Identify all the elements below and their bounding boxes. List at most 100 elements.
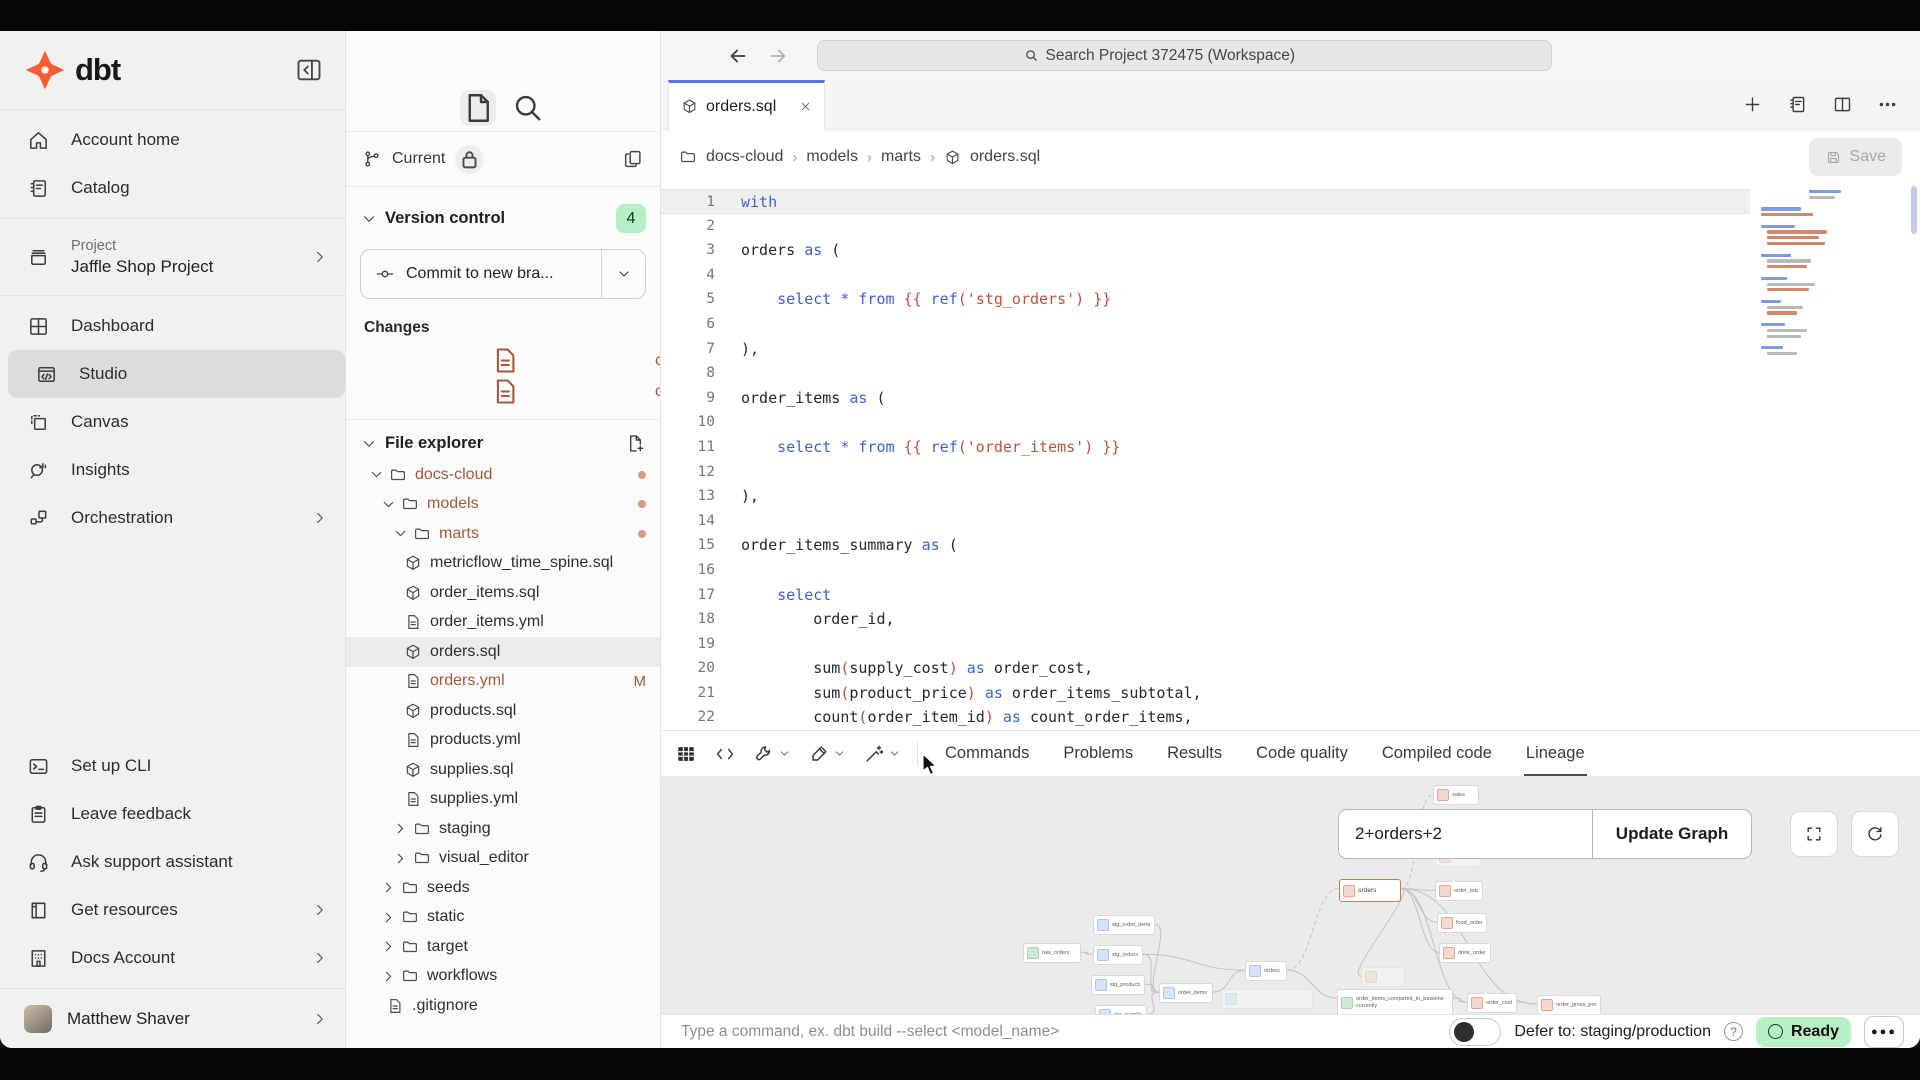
tree-item[interactable]: staging [346, 814, 660, 844]
panel-tab-problems[interactable]: Problems [1063, 731, 1133, 777]
lineage-node[interactable]: stg_supplies [1095, 1005, 1147, 1014]
code-line[interactable]: 15order_items_summary as ( [661, 533, 1750, 558]
file-explorer-header[interactable]: File explorer [346, 420, 660, 460]
code-action[interactable] [714, 743, 736, 765]
defer-toggle[interactable] [1449, 1018, 1501, 1046]
code-line[interactable]: 2 [661, 214, 1750, 239]
sidebar-item-docs-account[interactable]: Docs Account [0, 934, 345, 982]
lineage-node[interactable]: order_cost [1467, 993, 1517, 1013]
code-line[interactable]: 18 order_id, [661, 607, 1750, 632]
close-icon[interactable] [799, 100, 812, 113]
lineage-node[interactable]: sales [1433, 785, 1479, 805]
tree-item[interactable]: metricflow_time_spine.sql [346, 549, 660, 579]
tree-item[interactable]: supplies.sql [346, 755, 660, 785]
build-action[interactable] [753, 743, 791, 765]
tree-item[interactable]: seeds [346, 873, 660, 903]
panel-tab-code-quality[interactable]: Code quality [1256, 731, 1348, 777]
panel-tab-commands[interactable]: Commands [945, 731, 1029, 777]
lineage-canvas[interactable]: salesordersorder_totalfood_ordersdrink_o… [661, 776, 1920, 1014]
code-line[interactable]: 22 count(order_item_id) as count_order_i… [661, 705, 1750, 730]
tree-item[interactable]: order_items.yml [346, 608, 660, 638]
code-line[interactable]: 14 [661, 509, 1750, 534]
tree-item[interactable]: workflows [346, 962, 660, 992]
code-line[interactable]: 17 select [661, 583, 1750, 608]
format-action[interactable] [808, 743, 846, 765]
lineage-node[interactable]: orders [1339, 879, 1401, 902]
tree-item[interactable]: marts [346, 519, 660, 549]
changed-file-row[interactable]: customers.ymlM [364, 345, 646, 376]
user-menu[interactable]: Matthew Shaver [0, 988, 345, 1048]
lineage-node[interactable]: stg_products [1091, 975, 1145, 995]
sidebar-item-set-up-cli[interactable]: Set up CLI [0, 742, 345, 790]
sidebar-item-dashboard[interactable]: Dashboard [0, 302, 345, 350]
sidebar-item-canvas[interactable]: Canvas [0, 398, 345, 446]
sidebar-item-project[interactable]: Project Jaffle Shop Project [0, 219, 345, 296]
save-button[interactable]: Save [1809, 138, 1902, 176]
lineage-node[interactable] [1221, 989, 1313, 1009]
lineage-selector-input[interactable] [1339, 810, 1592, 858]
forward-button[interactable] [767, 45, 789, 67]
sidebar-item-catalog[interactable]: Catalog [0, 164, 345, 212]
command-input[interactable] [681, 1023, 1449, 1041]
tree-item[interactable]: products.yml [346, 726, 660, 756]
search-button[interactable] [510, 90, 546, 126]
panel-tab-lineage[interactable]: Lineage [1526, 731, 1585, 777]
sidebar-item-orchestration[interactable]: Orchestration [0, 494, 345, 542]
update-graph-button[interactable]: Update Graph [1592, 810, 1751, 858]
lineage-node[interactable]: order_total [1435, 881, 1483, 901]
commit-dropdown-button[interactable] [601, 250, 645, 298]
tree-item[interactable]: orders.ymlM [346, 667, 660, 697]
fullscreen-button[interactable] [1790, 811, 1838, 857]
lineage-node[interactable]: order_gross_profit [1537, 995, 1601, 1014]
tree-item[interactable]: .gitignore [346, 991, 660, 1021]
lineage-node[interactable]: orders [1245, 961, 1287, 981]
sidebar-item-studio[interactable]: Studio [8, 350, 345, 398]
fix-action[interactable] [863, 743, 901, 765]
editor-scrollbar[interactable] [1911, 186, 1917, 234]
lineage-node[interactable]: drink_orders [1439, 943, 1491, 963]
tree-item[interactable]: products.sql [346, 696, 660, 726]
search-input[interactable] [1046, 47, 1346, 65]
panel-tab-results[interactable]: Results [1167, 731, 1222, 777]
tree-item[interactable]: models [346, 490, 660, 520]
minimap[interactable] [1753, 190, 1851, 366]
back-button[interactable] [727, 45, 749, 67]
breadcrumb-part[interactable]: marts [881, 148, 921, 166]
tree-item[interactable]: orders.sql [346, 637, 660, 667]
tree-item[interactable]: supplies.yml [346, 785, 660, 815]
preview-table-icon[interactable] [675, 743, 697, 765]
copy-icon[interactable] [622, 148, 644, 170]
help-icon[interactable]: ? [1724, 1022, 1743, 1041]
project-search[interactable] [817, 40, 1552, 71]
code-line[interactable]: 13), [661, 484, 1750, 509]
tree-item[interactable]: target [346, 932, 660, 962]
tree-item[interactable]: static [346, 903, 660, 933]
lineage-node[interactable]: stg_order_items [1093, 915, 1155, 935]
sidebar-collapse-icon[interactable] [295, 56, 323, 84]
changed-file-row[interactable]: orders.ymlM [364, 376, 646, 407]
code-line[interactable]: 10 [661, 410, 1750, 435]
sidebar-item-ask-support-assistant[interactable]: Ask support assistant [0, 838, 345, 886]
sidebar-item-leave-feedback[interactable]: Leave feedback [0, 790, 345, 838]
tab-orders-sql[interactable]: orders.sql [668, 80, 825, 130]
tree-item[interactable]: visual_editor [346, 844, 660, 874]
breadcrumb-part[interactable]: docs-cloud [706, 148, 783, 166]
split-editor-icon[interactable] [1832, 94, 1853, 115]
tree-item[interactable]: order_items.sql [346, 578, 660, 608]
code-line[interactable]: 3orders as ( [661, 238, 1750, 263]
file-view-button[interactable] [460, 90, 496, 126]
new-tab-icon[interactable] [1742, 94, 1763, 115]
sidebar-item-get-resources[interactable]: Get resources [0, 886, 345, 934]
lineage-node[interactable] [1361, 967, 1405, 987]
refresh-button[interactable] [1851, 811, 1899, 857]
sidebar-item-insights[interactable]: Insights [0, 446, 345, 494]
code-line[interactable]: 20 sum(supply_cost) as order_cost, [661, 656, 1750, 681]
code-line[interactable]: 5 select * from {{ ref('stg_orders') }} [661, 287, 1750, 312]
code-line[interactable]: 12 [661, 460, 1750, 485]
code-line[interactable]: 19 [661, 632, 1750, 657]
lineage-node[interactable]: order_items [1159, 983, 1213, 1003]
commit-button[interactable]: Commit to new bra... [360, 249, 646, 299]
code-editor[interactable]: 1with23orders as (45 select * from {{ re… [661, 184, 1920, 730]
lineage-node[interactable]: order_items_compared_to_baseline current… [1337, 989, 1453, 1014]
version-control-header[interactable]: Version control 4 [346, 187, 660, 233]
